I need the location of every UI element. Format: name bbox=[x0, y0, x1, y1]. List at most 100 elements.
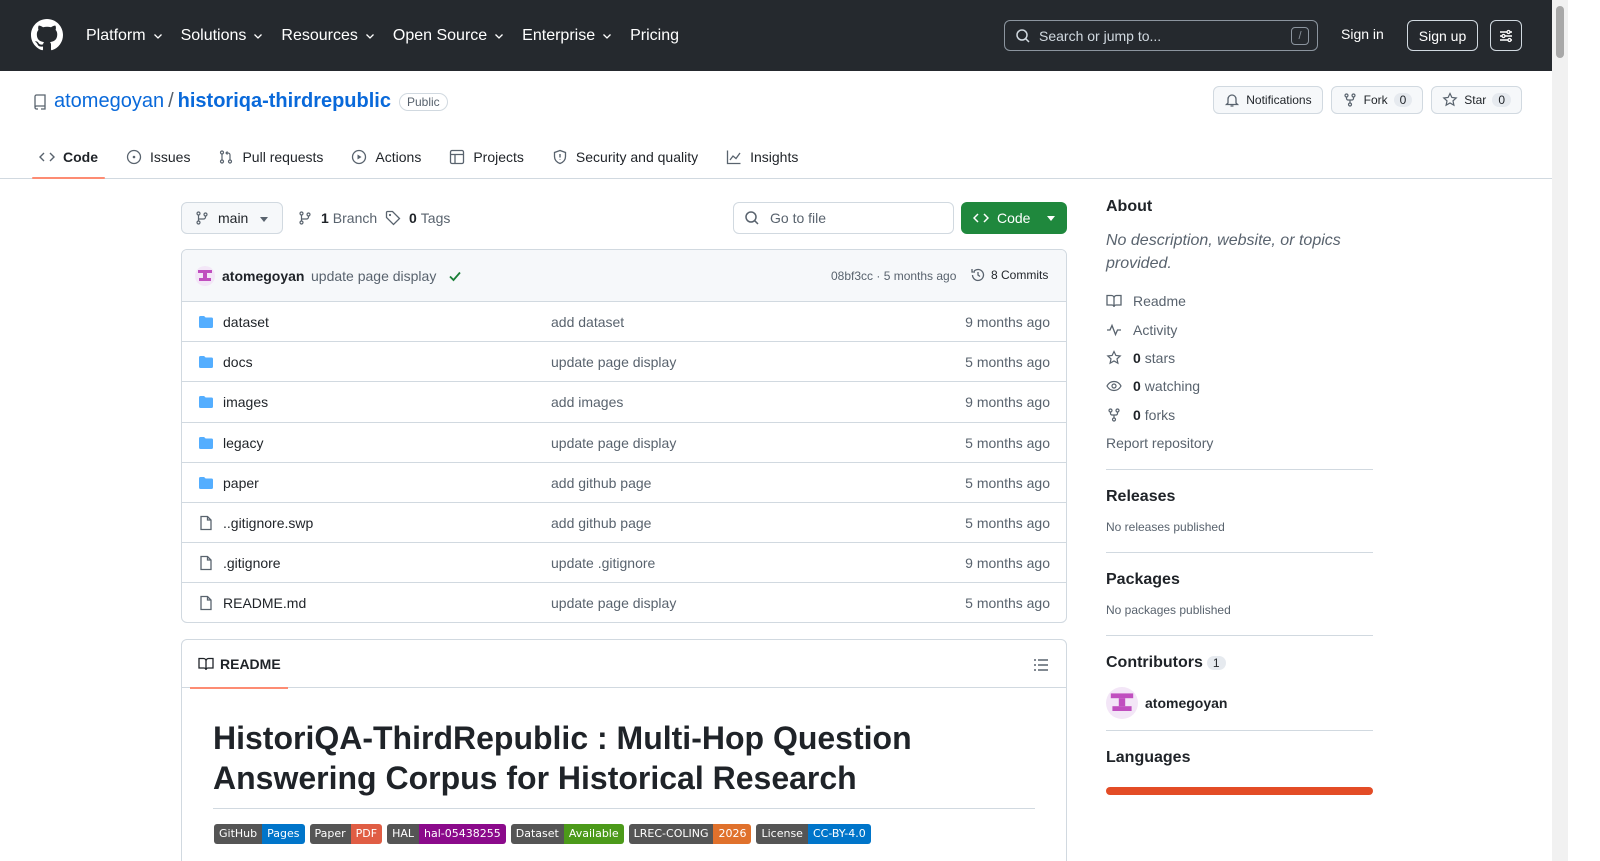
nav-label: Pricing bbox=[630, 26, 679, 44]
nav-pricing[interactable]: Pricing bbox=[630, 27, 679, 45]
page-scrollbar[interactable] bbox=[1552, 0, 1568, 861]
file-commit-message-link[interactable]: add images bbox=[551, 394, 623, 410]
file-name-link[interactable]: ..gitignore.swp bbox=[223, 515, 313, 531]
file-name-link[interactable]: images bbox=[223, 394, 268, 410]
file-commit-message-link[interactable]: update page display bbox=[551, 354, 676, 370]
file-name-link[interactable]: paper bbox=[223, 475, 259, 491]
sidebar-link-watching[interactable]: 0 watching bbox=[1106, 372, 1373, 400]
file-name-link[interactable]: legacy bbox=[223, 435, 263, 451]
badge-label: GitHub bbox=[214, 824, 263, 844]
tab-code[interactable]: Code bbox=[32, 135, 105, 179]
tab-issues[interactable]: Issues bbox=[119, 135, 197, 179]
repo-name-link[interactable]: historiqa-thirdrepublic bbox=[178, 90, 391, 113]
file-commit-message-link[interactable]: update .gitignore bbox=[551, 555, 655, 571]
readme-badge[interactable]: GitHub Pages bbox=[214, 824, 305, 844]
tags-link[interactable]: 0 Tags bbox=[385, 210, 450, 226]
badge-value: Available bbox=[563, 824, 624, 844]
nav-enterprise[interactable]: Enterprise bbox=[522, 27, 613, 45]
chevron-down-icon bbox=[153, 33, 162, 39]
avatar[interactable] bbox=[195, 266, 215, 286]
branch-selector-button[interactable]: main bbox=[181, 202, 283, 234]
file-commit-message-link[interactable]: update page display bbox=[551, 435, 676, 451]
languages-title: Languages bbox=[1106, 749, 1191, 767]
report-repository-link[interactable]: Report repository bbox=[1106, 429, 1373, 457]
git-branch-icon bbox=[299, 211, 311, 225]
scrollbar-thumb[interactable] bbox=[1556, 6, 1564, 58]
readme-badge[interactable]: License CC-BY-4.0 bbox=[756, 824, 871, 844]
appearance-settings-button[interactable] bbox=[1490, 20, 1522, 51]
tab-label: Insights bbox=[750, 149, 799, 165]
contributor-item[interactable]: atomegoyan bbox=[1106, 687, 1373, 720]
file-row[interactable]: ..gitignore.swp add github page 5 months a… bbox=[182, 503, 1066, 544]
sidebar-link-Activity[interactable]: Activity bbox=[1106, 315, 1373, 343]
nav-open-source[interactable]: Open Source bbox=[393, 27, 505, 45]
readme-badge[interactable]: Dataset Available bbox=[510, 824, 624, 844]
global-search-input[interactable]: Search or jump to... / bbox=[1004, 20, 1318, 51]
repo-owner-link[interactable]: atomegoyan bbox=[54, 90, 164, 113]
nav-label: Enterprise bbox=[522, 26, 596, 44]
commit-hash-time[interactable]: 08bf3cc · 5 months ago bbox=[831, 269, 956, 283]
commit-message-link[interactable]: update page display bbox=[311, 268, 436, 284]
search-shortcut-key: / bbox=[1291, 27, 1309, 45]
file-name-link[interactable]: docs bbox=[223, 354, 253, 370]
readme-panel: README HistoriQA-ThirdRepublic : Multi-H… bbox=[181, 639, 1067, 861]
sidebar-link-stars[interactable]: 0 stars bbox=[1106, 344, 1373, 372]
file-row[interactable]: images add images 9 months ago bbox=[182, 382, 1066, 423]
sign-up-button[interactable]: Sign up bbox=[1407, 20, 1478, 51]
readme-badge[interactable]: HAL hal-05438255 bbox=[387, 824, 506, 844]
nav-solutions[interactable]: Solutions bbox=[181, 27, 265, 45]
readme-tab[interactable]: README bbox=[190, 640, 288, 689]
github-logo-icon[interactable] bbox=[31, 19, 63, 51]
file-icon bbox=[198, 515, 214, 531]
tab-label: Projects bbox=[473, 149, 524, 165]
star-button[interactable]: Star 0 bbox=[1431, 86, 1522, 114]
readme-badge[interactable]: Paper PDF bbox=[309, 824, 383, 844]
branches-link[interactable]: 1 Branch bbox=[297, 210, 377, 226]
tab-security[interactable]: Security and quality bbox=[545, 135, 705, 179]
file-commit-message-link[interactable]: update page display bbox=[551, 595, 676, 611]
play-icon bbox=[352, 149, 367, 165]
tab-insights[interactable]: Insights bbox=[719, 135, 805, 179]
tab-pull-requests[interactable]: Pull requests bbox=[211, 135, 330, 179]
sidebar-link-label: Readme bbox=[1133, 293, 1186, 310]
packages-title[interactable]: Packages bbox=[1106, 571, 1373, 589]
readme-badge[interactable]: LREC-COLING 2026 bbox=[628, 824, 752, 844]
nav-platform[interactable]: Platform bbox=[86, 27, 164, 45]
code-dropdown-button[interactable]: Code bbox=[961, 202, 1067, 234]
repository-header: atomegoyan / historiqa-thirdrepublic Pub… bbox=[0, 71, 1552, 179]
sidebar-link-Readme[interactable]: Readme bbox=[1106, 287, 1373, 315]
file-row[interactable]: paper add github page 5 months ago bbox=[182, 463, 1066, 503]
contributors-title[interactable]: Contributors 1 bbox=[1106, 654, 1373, 672]
sign-in-link[interactable]: Sign in bbox=[1341, 26, 1384, 42]
check-icon[interactable] bbox=[448, 269, 462, 283]
commits-history-link[interactable]: 8 Commits bbox=[970, 267, 1048, 283]
file-name-link[interactable]: README.md bbox=[223, 595, 306, 611]
file-row[interactable]: .gitignore update .gitignore 9 months ago bbox=[182, 543, 1066, 584]
file-row[interactable]: legacy update page display 5 months ago bbox=[182, 423, 1066, 463]
commit-author-link[interactable]: atomegoyan bbox=[222, 268, 304, 284]
file-commit-message-link[interactable]: add github page bbox=[551, 515, 651, 531]
file-commit-message-link[interactable]: add github page bbox=[551, 475, 651, 491]
global-nav: Platform Solutions Resources Open Source… bbox=[86, 0, 696, 71]
sidebar-link-forks[interactable]: 0 forks bbox=[1106, 401, 1373, 429]
global-header: Platform Solutions Resources Open Source… bbox=[0, 0, 1552, 71]
fork-button[interactable]: Fork 0 bbox=[1330, 86, 1424, 114]
file-name-link[interactable]: .gitignore bbox=[223, 555, 281, 571]
nav-resources[interactable]: Resources bbox=[281, 27, 375, 45]
tab-actions[interactable]: Actions bbox=[344, 135, 428, 179]
file-row[interactable]: dataset add dataset 9 months ago bbox=[182, 302, 1066, 343]
file-row[interactable]: docs update page display 5 months ago bbox=[182, 342, 1066, 383]
repo-actions: Notifications Fork 0 Star 0 bbox=[1213, 86, 1522, 114]
file-row[interactable]: README.md update page display 5 months ago bbox=[182, 583, 1066, 622]
file-commit-message-link[interactable]: add dataset bbox=[551, 314, 624, 330]
tab-projects[interactable]: Projects bbox=[442, 135, 531, 179]
go-to-file-input[interactable]: Go to file bbox=[733, 202, 954, 234]
star-label: Star bbox=[1464, 93, 1487, 107]
file-name-link[interactable]: dataset bbox=[223, 314, 269, 330]
list-unordered-icon[interactable] bbox=[1033, 657, 1049, 673]
chevron-down-icon bbox=[254, 33, 263, 39]
go-to-file-placeholder: Go to file bbox=[770, 210, 827, 226]
notifications-button[interactable]: Notifications bbox=[1213, 86, 1323, 114]
releases-title[interactable]: Releases bbox=[1106, 488, 1373, 506]
badge-value: hal-05438255 bbox=[419, 824, 506, 844]
